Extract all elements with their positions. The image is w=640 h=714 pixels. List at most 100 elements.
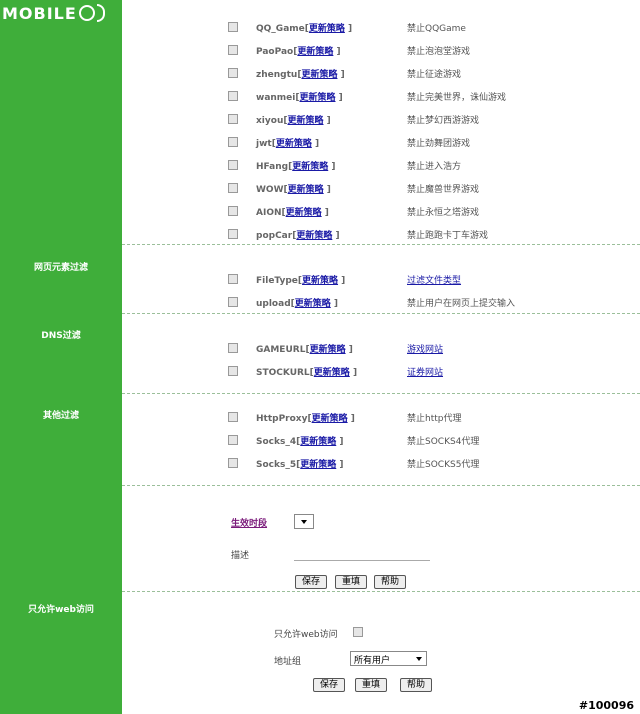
rule-checkbox[interactable] (228, 229, 238, 239)
update-policy-link[interactable]: 更新策略 (300, 460, 336, 470)
bracket: ] (344, 23, 353, 34)
brand-logo-text: MOBILE (2, 3, 77, 23)
rule-name: PaoPao[更新策略 ] (256, 44, 341, 57)
rule-name-text: upload (256, 298, 291, 309)
update-policy-link[interactable]: 更新策略 (300, 93, 336, 103)
rule-name-text: GAMEURL (256, 344, 306, 355)
rule-name-text: zhengtu (256, 69, 298, 80)
rule-name: wanmei[更新策略 ] (256, 90, 343, 103)
brand-logo: MOBILE (2, 2, 105, 24)
list-item: QQ_Game[更新策略 ] 禁止QQGame (228, 20, 466, 34)
rule-name: HFang[更新策略 ] (256, 159, 335, 172)
rule-description-link[interactable]: 游戏网站 (407, 342, 443, 355)
rule-description: 禁止用户在网页上提交输入 (407, 298, 516, 309)
effective-time-select[interactable] (294, 514, 314, 529)
bracket: ] (323, 115, 331, 126)
bracket: ] (333, 46, 341, 57)
rule-description: 禁止魔兽世界游戏 (407, 184, 480, 195)
rule-checkbox[interactable] (228, 297, 238, 307)
rule-name-text: HttpProxy (256, 413, 308, 424)
bracket: ] (332, 230, 340, 241)
rule-checkbox[interactable] (228, 137, 238, 147)
rule-description: 禁止完美世界，诛仙游戏 (407, 92, 507, 103)
web-only-label: 只允许web访问 (274, 630, 338, 640)
rule-checkbox[interactable] (228, 183, 238, 193)
rule-name: AION[更新策略 ] (256, 205, 329, 218)
address-group-label: 地址组 (274, 657, 302, 667)
rule-checkbox[interactable] (228, 366, 238, 376)
rule-description-link[interactable]: 过滤文件类型 (407, 273, 461, 286)
web-only-help-button[interactable]: 帮助 (400, 678, 433, 692)
section-title-other: 其他过滤 (42, 411, 79, 421)
update-policy-link[interactable]: 更新策略 (287, 116, 323, 126)
rule-checkbox[interactable] (228, 22, 238, 32)
update-policy-link[interactable]: 更新策略 (300, 437, 336, 447)
rule-name-text: jwt (256, 138, 272, 149)
section-divider (122, 591, 640, 592)
update-policy-link[interactable]: 更新策略 (314, 368, 350, 378)
chevron-down-icon (416, 657, 422, 661)
web-only-checkbox[interactable] (353, 627, 363, 637)
help-button[interactable]: 帮助 (374, 575, 407, 589)
rule-name-text: popCar (256, 230, 293, 241)
list-item: popCar[更新策略 ] 禁止跑跑卡丁车游戏 (228, 227, 488, 241)
rule-name-text: Socks_4 (256, 436, 297, 447)
rule-checkbox[interactable] (228, 412, 238, 422)
bracket: ] (345, 344, 353, 355)
rule-description: 禁止QQGame (407, 23, 466, 34)
address-group-value: 所有用户 (354, 656, 391, 666)
update-policy-link[interactable]: 更新策略 (301, 70, 337, 80)
save-button[interactable]: 保存 (295, 575, 328, 589)
rule-name: popCar[更新策略 ] (256, 228, 340, 241)
rule-name-text: wanmei (256, 92, 296, 103)
rule-name: Socks_4[更新策略 ] (256, 434, 344, 447)
update-policy-link[interactable]: 更新策略 (296, 231, 332, 241)
web-only-reset-button[interactable]: 重填 (355, 678, 388, 692)
rule-checkbox[interactable] (228, 68, 238, 78)
update-policy-link[interactable]: 更新策略 (292, 162, 328, 172)
rule-checkbox[interactable] (228, 435, 238, 445)
list-item: upload[更新策略 ] 禁止用户在网页上提交输入 (228, 295, 515, 309)
rule-checkbox[interactable] (228, 274, 238, 284)
rule-description-link[interactable]: 证券网站 (407, 365, 443, 378)
rule-name: Socks_5[更新策略 ] (256, 457, 344, 470)
rule-description: 禁止SOCKS4代理 (407, 436, 480, 447)
section-divider (122, 393, 640, 394)
description-input[interactable] (294, 546, 430, 561)
list-item: PaoPao[更新策略 ] 禁止泡泡堂游戏 (228, 43, 470, 57)
effective-time-link[interactable]: 生效时段 (231, 516, 267, 529)
list-item: HFang[更新策略 ] 禁止进入浩方 (228, 158, 461, 172)
update-policy-link[interactable]: 更新策略 (286, 208, 322, 218)
update-policy-link[interactable]: 更新策略 (295, 299, 331, 309)
section-divider (122, 244, 640, 245)
section-divider (122, 485, 640, 486)
rule-checkbox[interactable] (228, 160, 238, 170)
section-title-web-only: 只允许web访问 (28, 605, 94, 615)
rule-name-text: Socks_5 (256, 459, 297, 470)
web-only-save-button[interactable]: 保存 (313, 678, 346, 692)
rule-name: HttpProxy[更新策略 ] (256, 411, 355, 424)
rule-checkbox[interactable] (228, 343, 238, 353)
update-policy-link[interactable]: 更新策略 (309, 24, 345, 34)
rule-checkbox[interactable] (228, 206, 238, 216)
update-policy-link[interactable]: 更新策略 (276, 139, 312, 149)
reset-button[interactable]: 重填 (335, 575, 368, 589)
bracket: ] (311, 138, 320, 149)
update-policy-link[interactable]: 更新策略 (312, 414, 348, 424)
rule-checkbox[interactable] (228, 114, 238, 124)
rule-name-text: STOCKURL (256, 367, 310, 378)
address-group-select[interactable]: 所有用户 (350, 651, 427, 666)
rule-checkbox[interactable] (228, 45, 238, 55)
section-title-web-elements: 网页元素过滤 (33, 263, 88, 273)
rule-checkbox[interactable] (228, 458, 238, 468)
update-policy-link[interactable]: 更新策略 (310, 345, 346, 355)
section-divider (122, 313, 640, 314)
rule-checkbox[interactable] (228, 91, 238, 101)
rule-description: 禁止泡泡堂游戏 (407, 46, 471, 57)
bracket: ] (336, 436, 344, 447)
update-policy-link[interactable]: 更新策略 (302, 276, 338, 286)
bracket: ] (323, 184, 331, 195)
update-policy-link[interactable]: 更新策略 (288, 185, 324, 195)
update-policy-link[interactable]: 更新策略 (297, 47, 333, 57)
list-item: xiyou[更新策略 ] 禁止梦幻西游游戏 (228, 112, 479, 126)
